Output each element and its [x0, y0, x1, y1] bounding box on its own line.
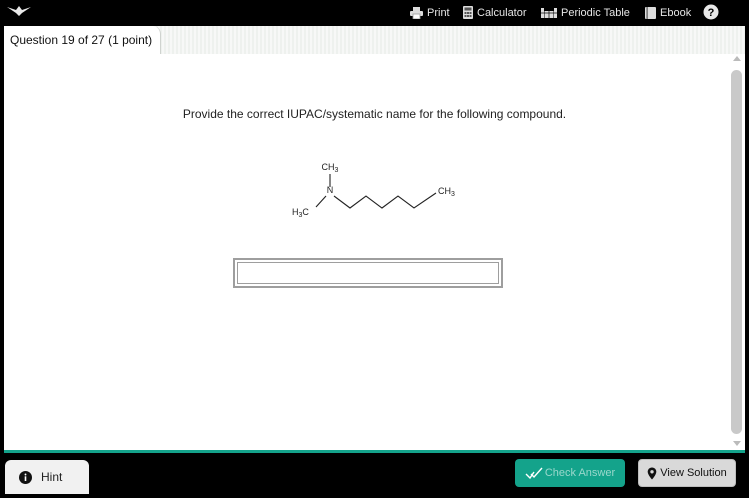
nitrogen-label: N: [327, 185, 334, 195]
question-panel: Question 19 of 27 (1 point) Provide the …: [4, 26, 745, 450]
checkmark-icon: [525, 467, 543, 479]
question-prompt: Provide the correct IUPAC/systematic nam…: [182, 107, 567, 121]
calculator-button[interactable]: Calculator: [463, 5, 527, 20]
periodic-table-label: Periodic Table: [561, 6, 630, 19]
answer-input[interactable]: [237, 262, 499, 284]
question-number-tab: Question 19 of 27 (1 point): [4, 26, 162, 54]
periodic-table-button[interactable]: Periodic Table: [541, 5, 630, 20]
ebook-label: Ebook: [660, 6, 692, 19]
info-icon: [19, 470, 32, 484]
chain-end-methyl-label: CH3: [438, 186, 455, 198]
check-answer-label: Check Answer: [544, 467, 616, 479]
printer-icon: [410, 6, 423, 19]
print-button[interactable]: Print: [410, 5, 450, 20]
question-tab-strip: Question 19 of 27 (1 point): [4, 26, 745, 54]
hint-label: Hint: [41, 470, 63, 484]
help-icon[interactable]: ?: [703, 4, 719, 20]
molecule-bonds: [315, 174, 437, 209]
logo-icon: [7, 6, 31, 16]
bond-heptyl-chain: [333, 192, 437, 209]
scrollbar-thumb[interactable]: [731, 70, 742, 434]
bond-n-methyl-left: [315, 195, 327, 208]
calculator-icon: [463, 6, 473, 19]
book-icon: [645, 6, 656, 19]
answer-box: [233, 258, 503, 288]
left-methyl-label: H3C: [292, 207, 309, 219]
help-symbol: ?: [708, 7, 715, 19]
view-solution-label: View Solution: [660, 467, 727, 479]
top-toolbar: Print Calculator Periodic Table Ebook ?: [0, 0, 749, 25]
location-pin-icon: [647, 467, 657, 479]
scroll-down-arrow-icon[interactable]: [733, 441, 741, 446]
molecule-structure: N CH3 H3C CH3: [292, 162, 455, 219]
print-label: Print: [427, 6, 450, 19]
top-methyl-label: CH3: [322, 162, 339, 174]
bottom-action-bar: Hint Check Answer View Solution: [0, 453, 749, 498]
periodic-table-icon: [541, 7, 557, 18]
scroll-up-arrow-icon[interactable]: [733, 56, 741, 61]
check-answer-button[interactable]: Check Answer: [515, 459, 625, 487]
hint-button[interactable]: Hint: [5, 460, 89, 494]
calculator-label: Calculator: [477, 6, 527, 19]
ebook-button[interactable]: Ebook: [645, 5, 691, 20]
view-solution-button[interactable]: View Solution: [638, 459, 736, 487]
vertical-scrollbar[interactable]: [730, 56, 744, 446]
